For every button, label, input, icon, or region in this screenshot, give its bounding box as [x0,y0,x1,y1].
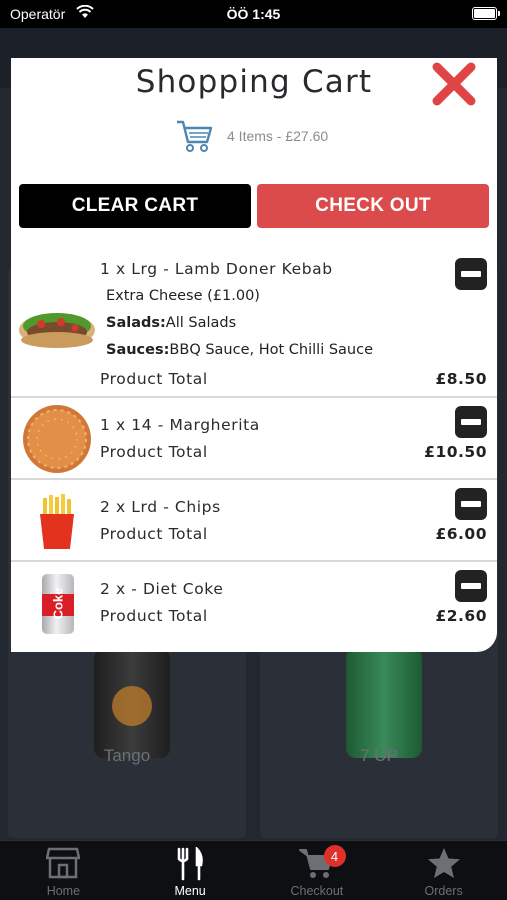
sauces-label: Sauces: [106,342,170,358]
close-icon[interactable] [431,61,477,107]
product-total-label: Product Total [100,525,208,543]
modal-title: Shopping Cart [135,64,373,100]
cart-item: 1 x 14 - Margherita Product Total £10.50 [11,398,497,478]
remove-item-button[interactable] [455,570,487,602]
cart-count-badge: 4 [323,845,346,867]
product-name: 7 UP [360,746,398,765]
tab-menu[interactable]: Menu [127,841,254,900]
tab-label: Home [46,884,81,898]
chips-image [40,494,74,549]
salads-label: Salads: [106,315,166,331]
tab-label: Menu [174,884,206,898]
cart-summary-text: 4 Items - £27.60 [227,128,329,144]
clear-cart-button[interactable]: CLEAR CART [19,184,251,228]
item-extra: Extra Cheese (£1.00) [106,288,260,304]
kebab-image [19,313,95,348]
cart-item: 2 x Lrd - Chips Product Total £6.00 [11,480,497,560]
tab-orders[interactable]: Orders [380,841,507,900]
product-total-label: Product Total [100,607,208,625]
battery-icon [472,7,500,20]
7up-can-image [346,648,422,758]
cart-summary: 4 Items - £27.60 [175,116,328,156]
clock: ÖÖ 1:45 [226,6,281,22]
product-total-label: Product Total [100,370,208,388]
item-sauces: Sauces:BBQ Sauce, Hot Chilli Sauce [106,342,373,358]
salads-value: All Salads [165,315,237,331]
item-price: £2.60 [435,607,487,625]
tab-checkout[interactable]: 4 Checkout [254,841,381,900]
store-icon [46,847,81,879]
cart-icon [177,120,213,152]
product-total-label: Product Total [100,443,208,461]
tab-bar: Home Menu 4 Checkout Orders [0,840,507,900]
remove-item-button[interactable] [455,488,487,520]
diet-coke-image: Coke [42,574,74,634]
item-salads: Salads:All Salads [106,315,236,331]
sauces-value: BBQ Sauce, Hot Chilli Sauce [169,342,374,358]
star-icon [427,848,460,878]
shopping-cart-modal: Shopping Cart 4 Items - £27.60 CLEAR CAR… [11,58,497,652]
item-price: £8.50 [435,370,487,388]
tango-can-image [94,648,170,758]
pizza-image [23,405,91,473]
can-label: Coke [50,587,66,620]
item-name: 2 x - Diet Coke [100,580,224,598]
item-price: £10.50 [424,443,487,461]
tab-home[interactable]: Home [0,841,127,900]
remove-item-button[interactable] [455,258,487,290]
item-price: £6.00 [435,525,487,543]
product-name: Tango [103,746,151,765]
cutlery-icon [177,847,203,881]
cart-item: Coke 2 x - Diet Coke Product Total £2.60 [11,562,497,642]
status-bar: Operatör ÖÖ 1:45 [0,0,507,28]
cart-item: 1 x Lrg - Lamb Doner Kebab Extra Cheese … [11,248,497,394]
item-name: 1 x Lrg - Lamb Doner Kebab [100,260,333,278]
item-name: 1 x 14 - Margherita [100,416,260,434]
item-name: 2 x Lrd - Chips [100,498,221,516]
tab-label: Checkout [290,884,344,898]
remove-item-button[interactable] [455,406,487,438]
tab-label: Orders [424,884,463,898]
check-out-button[interactable]: CHECK OUT [257,184,489,228]
